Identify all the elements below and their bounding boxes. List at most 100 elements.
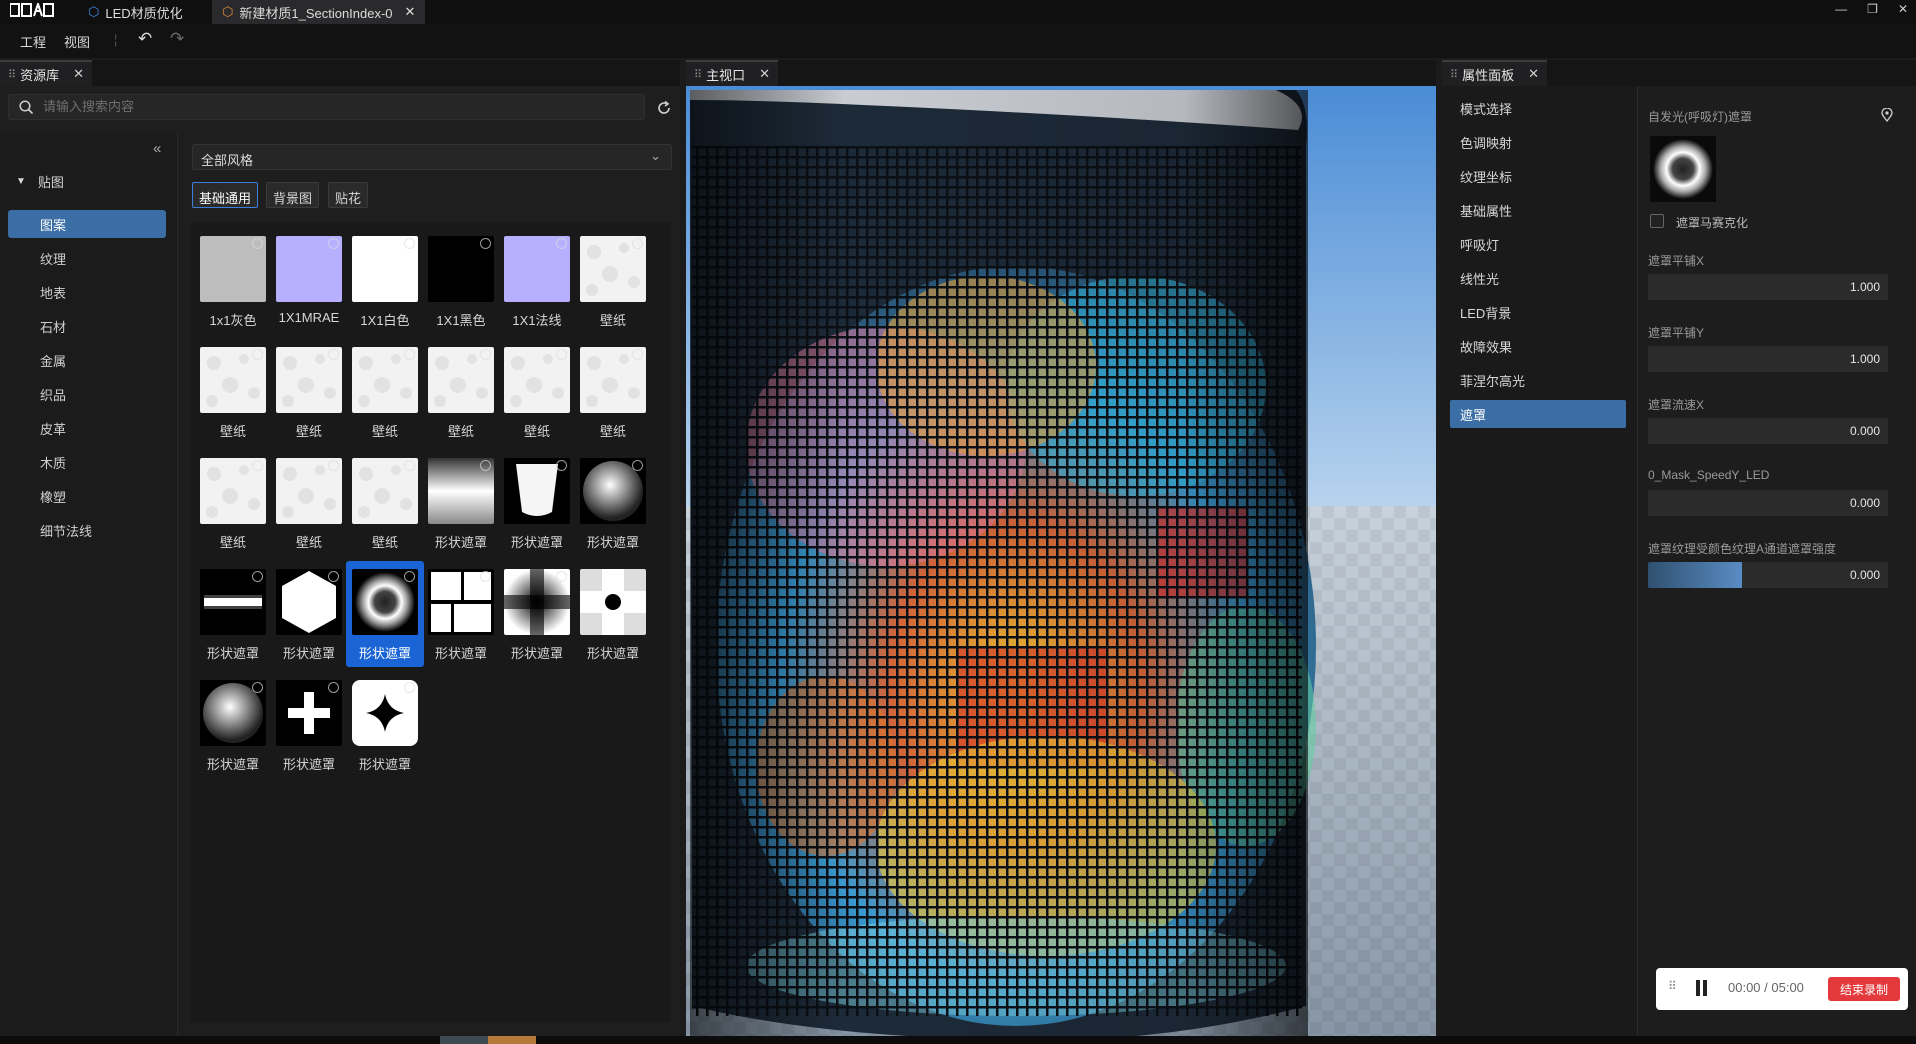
zoom-icon[interactable] (632, 349, 643, 360)
category-item[interactable]: 纹理 (8, 244, 166, 272)
chip-background[interactable]: 背景图 (266, 182, 320, 208)
drag-handle-icon[interactable]: ⠿ (1450, 68, 1458, 81)
asset-item[interactable]: 形状遮罩 (194, 561, 272, 667)
asset-item[interactable]: 形状遮罩 (270, 672, 348, 778)
asset-item[interactable]: 壁纸 (194, 339, 272, 445)
category-root[interactable]: ▼ 贴图 (16, 172, 64, 191)
zoom-icon[interactable] (252, 460, 263, 471)
asset-item[interactable]: 壁纸 (194, 450, 272, 556)
zoom-icon[interactable] (556, 238, 567, 249)
value-slider[interactable]: 1.000 (1648, 346, 1888, 372)
close-window-button[interactable]: ✕ (1898, 2, 1908, 16)
asset-item[interactable]: 1X1白色 (346, 228, 424, 334)
zoom-icon[interactable] (328, 460, 339, 471)
category-item[interactable]: 图案 (8, 210, 166, 238)
properties-nav-item[interactable]: 故障效果 (1450, 332, 1626, 360)
value-slider[interactable]: 1.000 (1648, 274, 1888, 300)
close-icon[interactable]: ✕ (759, 66, 770, 82)
properties-nav-item[interactable]: 模式选择 (1450, 94, 1626, 122)
asset-item[interactable]: 1X1法线 (498, 228, 576, 334)
asset-item[interactable]: 壁纸 (574, 339, 652, 445)
chip-basic[interactable]: 基础通用 (192, 182, 259, 208)
tab-properties[interactable]: ⠿ 属性面板 ✕ (1442, 60, 1547, 86)
asset-item[interactable]: 壁纸 (346, 450, 424, 556)
mask-texture-preview[interactable] (1650, 136, 1716, 202)
close-icon[interactable]: ✕ (1528, 66, 1539, 82)
zoom-icon[interactable] (480, 238, 491, 249)
category-item[interactable]: 皮革 (8, 414, 166, 442)
category-item[interactable]: 细节法线 (8, 516, 166, 544)
zoom-icon[interactable] (328, 349, 339, 360)
menu-view[interactable]: 视图 (64, 32, 90, 51)
drag-handle-icon[interactable]: ⠿ (1668, 979, 1677, 993)
tab-assets[interactable]: ⠿ 资源库 ✕ (0, 60, 92, 86)
minimize-button[interactable]: — (1835, 2, 1847, 16)
mosaic-checkbox[interactable] (1650, 214, 1664, 228)
zoom-icon[interactable] (480, 460, 491, 471)
asset-item[interactable]: 壁纸 (574, 228, 652, 334)
properties-nav-item[interactable]: 线性光 (1450, 264, 1626, 292)
undo-icon[interactable]: ↶ (138, 29, 152, 49)
close-icon[interactable]: ✕ (405, 4, 416, 20)
properties-nav-item[interactable]: 纹理坐标 (1450, 162, 1626, 190)
zoom-icon[interactable] (404, 571, 415, 582)
asset-item[interactable]: 形状遮罩 (422, 450, 500, 556)
pause-icon[interactable] (1696, 980, 1700, 996)
zoom-icon[interactable] (632, 571, 643, 582)
category-item[interactable]: 织品 (8, 380, 166, 408)
asset-item[interactable]: 壁纸 (498, 339, 576, 445)
redo-icon[interactable]: ↷ (170, 29, 184, 49)
zoom-icon[interactable] (556, 460, 567, 471)
asset-item[interactable]: 形状遮罩 (422, 561, 500, 667)
zoom-icon[interactable] (404, 349, 415, 360)
asset-item[interactable]: 壁纸 (346, 339, 424, 445)
properties-nav-item[interactable]: 色调映射 (1450, 128, 1626, 156)
category-item[interactable]: 橡塑 (8, 482, 166, 510)
close-icon[interactable]: ✕ (73, 66, 84, 82)
pause-icon[interactable] (1703, 980, 1707, 996)
asset-item[interactable]: 形状遮罩 (346, 672, 424, 778)
tab-led-material[interactable]: ⬡ LED材质优化 (78, 0, 193, 24)
zoom-icon[interactable] (328, 571, 339, 582)
zoom-icon[interactable] (632, 460, 643, 471)
location-pin-icon[interactable] (1880, 108, 1894, 122)
zoom-icon[interactable] (252, 571, 263, 582)
asset-item[interactable]: 1X1MRAE (270, 228, 348, 334)
asset-item[interactable]: 形状遮罩 (194, 672, 272, 778)
asset-item[interactable]: 形状遮罩 (498, 561, 576, 667)
zoom-icon[interactable] (632, 238, 643, 249)
refresh-icon[interactable] (656, 100, 672, 116)
zoom-icon[interactable] (480, 571, 491, 582)
tab-new-material[interactable]: ⬡ 新建材质1_SectionIndex-0 ✕ (212, 0, 426, 24)
zoom-icon[interactable] (404, 238, 415, 249)
zoom-icon[interactable] (404, 460, 415, 471)
category-item[interactable]: 木质 (8, 448, 166, 476)
tab-viewport[interactable]: ⠿ 主视口 ✕ (686, 60, 778, 86)
asset-item[interactable]: 1X1黑色 (422, 228, 500, 334)
category-item[interactable]: 石材 (8, 312, 166, 340)
menu-project[interactable]: 工程 (20, 32, 46, 51)
zoom-icon[interactable] (480, 349, 491, 360)
asset-item[interactable]: 壁纸 (270, 450, 348, 556)
properties-nav-item[interactable]: 遮罩 (1450, 400, 1626, 428)
asset-item[interactable]: 形状遮罩 (498, 450, 576, 556)
search-input[interactable] (43, 99, 603, 114)
stop-recording-button[interactable]: 结束录制 (1827, 977, 1900, 1001)
zoom-icon[interactable] (328, 238, 339, 249)
zoom-icon[interactable] (404, 682, 415, 693)
value-slider[interactable]: 0.000 (1648, 418, 1888, 444)
asset-item[interactable]: 形状遮罩 (346, 561, 424, 667)
zoom-icon[interactable] (556, 571, 567, 582)
properties-nav-item[interactable]: 呼吸灯 (1450, 230, 1626, 258)
style-select[interactable]: 全部风格 ⌄ (192, 144, 672, 170)
asset-item[interactable]: 壁纸 (270, 339, 348, 445)
drag-handle-icon[interactable]: ⠿ (694, 68, 702, 81)
zoom-icon[interactable] (252, 682, 263, 693)
asset-item[interactable]: 形状遮罩 (270, 561, 348, 667)
value-slider[interactable]: 0.000 (1648, 562, 1888, 588)
category-item[interactable]: 地表 (8, 278, 166, 306)
asset-item[interactable]: 形状遮罩 (574, 450, 652, 556)
drag-handle-icon[interactable]: ⠿ (8, 68, 16, 81)
asset-item[interactable]: 形状遮罩 (574, 561, 652, 667)
zoom-icon[interactable] (252, 238, 263, 249)
